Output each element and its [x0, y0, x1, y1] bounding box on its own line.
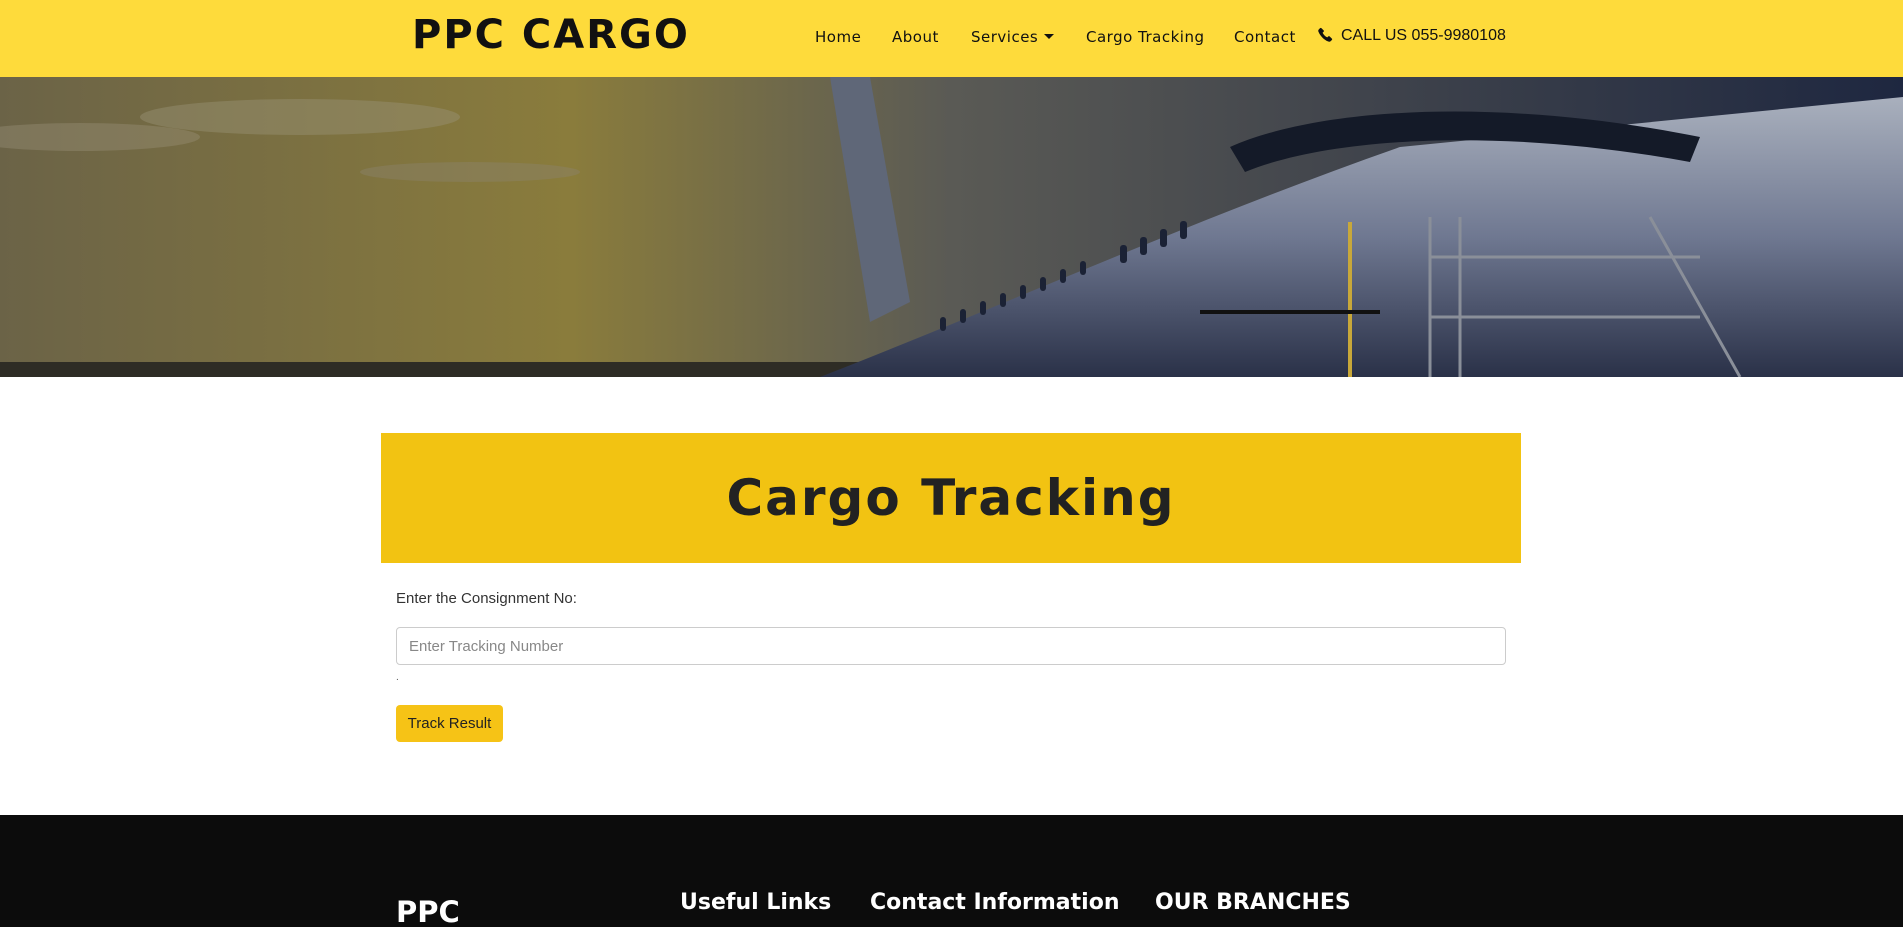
- page-title: Cargo Tracking: [726, 469, 1176, 527]
- footer-brand: PPC: [396, 895, 460, 927]
- brand-logo[interactable]: PPC CARGO: [412, 12, 690, 58]
- call-us-text: CALL US 055-9980108: [1341, 27, 1506, 44]
- footer-heading-our-branches: OUR BRANCHES: [1155, 890, 1351, 915]
- track-result-button[interactable]: Track Result: [396, 705, 503, 742]
- nav-cargo-tracking[interactable]: Cargo Tracking: [1086, 28, 1204, 46]
- tracking-number-input[interactable]: [396, 627, 1506, 665]
- hero-banner: [0, 77, 1903, 377]
- tracking-header: Cargo Tracking: [381, 433, 1521, 563]
- navbar: PPC CARGO Home About Services Cargo Trac…: [0, 0, 1903, 77]
- nav-contact[interactable]: Contact: [1234, 28, 1296, 46]
- footer: PPC Useful Links Contact Information OUR…: [0, 815, 1903, 927]
- footer-heading-useful-links: Useful Links: [680, 890, 832, 915]
- nav-services-label: Services: [971, 28, 1039, 46]
- phone-icon: [1318, 27, 1333, 42]
- nav-about[interactable]: About: [892, 28, 939, 46]
- call-us-link[interactable]: CALL US 055-9980108: [1318, 27, 1506, 45]
- nav-home[interactable]: Home: [815, 28, 861, 46]
- status-text: .: [396, 672, 399, 683]
- nav-services[interactable]: Services: [971, 28, 1055, 46]
- cargo-plane-illustration: [0, 77, 1903, 377]
- footer-heading-contact-information: Contact Information: [870, 890, 1120, 915]
- chevron-down-icon: [1044, 34, 1055, 39]
- consignment-label: Enter the Consignment No:: [396, 590, 577, 607]
